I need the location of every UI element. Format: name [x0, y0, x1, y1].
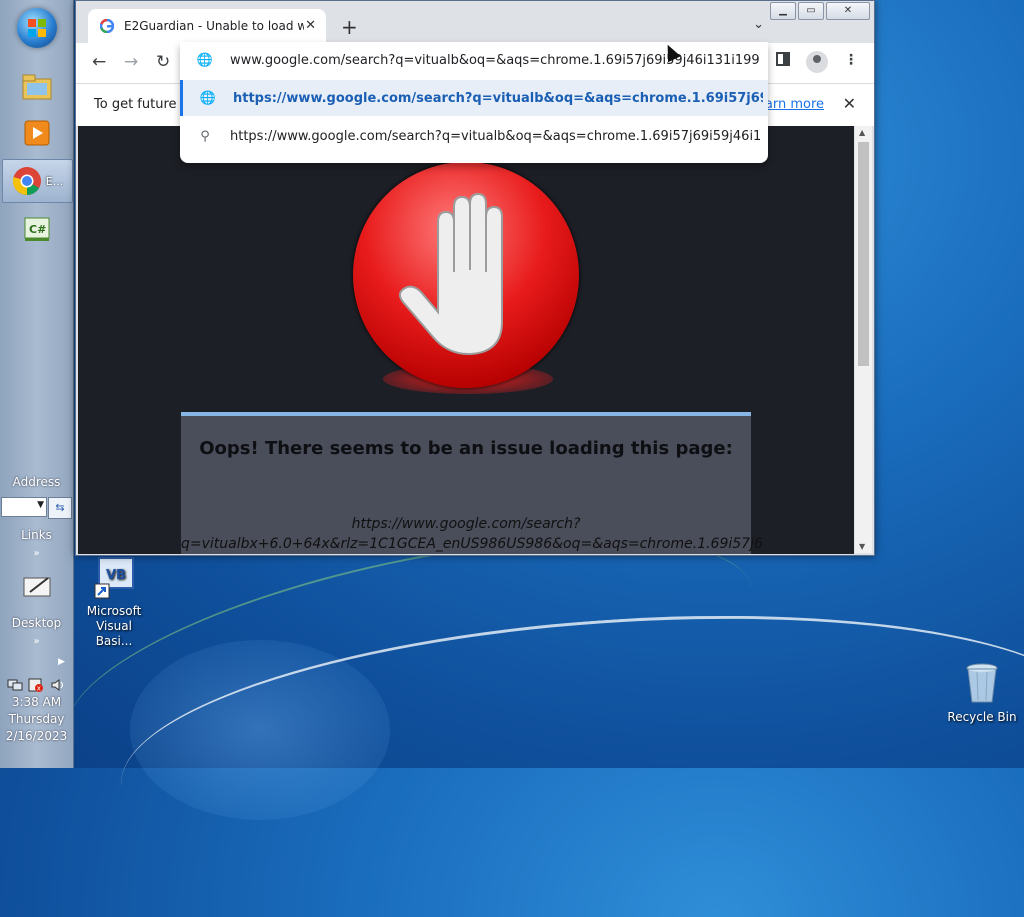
system-tray: x 3:38 AM Thursday 2/16/2023: [0, 676, 73, 745]
taskbar-chrome-button[interactable]: E...: [2, 159, 73, 203]
suggestion-item[interactable]: 🌐 https://www.google.com/search?q=vitual…: [180, 80, 768, 116]
search-icon: ⚲: [200, 128, 210, 144]
dropdown-arrow-icon[interactable]: ▼: [37, 500, 44, 510]
media-player-icon: [24, 120, 49, 146]
taskbar-csharp-button[interactable]: C#: [2, 208, 71, 250]
omnibox-text: www.google.com/search?q=vitualb&oq=&aqs=…: [230, 52, 760, 68]
clock-time: 3:38 AM: [11, 695, 62, 709]
links-toolbar-label: Links: [21, 528, 52, 542]
volume-icon[interactable]: [50, 678, 66, 692]
tab-close-icon[interactable]: ✕: [305, 18, 316, 33]
recycle-bin-icon: [966, 663, 998, 703]
blocked-url-line2: q=vitualbx+6.0+64x&rlz=1C1GCEA_enUS986US…: [181, 536, 763, 552]
side-panel-icon[interactable]: [776, 52, 790, 70]
omnibox-dropdown: 🌐 www.google.com/search?q=vitualb&oq=&aq…: [180, 42, 768, 163]
globe-icon: 🌐: [196, 52, 214, 68]
taskbar: E... C# Address ▼ ⇆ Links » Desktop » ▶ …: [0, 0, 74, 768]
scrollbar-thumb[interactable]: [858, 142, 869, 366]
maximize-button[interactable]: ▭: [798, 2, 824, 20]
desktop-icon-recycle-bin[interactable]: Recycle Bin: [944, 660, 1020, 725]
expand-arrow-icon[interactable]: ▶: [58, 657, 65, 667]
desktop-glow: [130, 640, 390, 820]
folder-icon: [22, 74, 51, 100]
minimize-button[interactable]: ▁: [770, 2, 796, 20]
taskbar-media-player-button[interactable]: [2, 112, 71, 154]
error-title: Oops! There seems to be an issue loading…: [199, 438, 733, 459]
address-toolbar-label: Address: [12, 475, 61, 489]
suggestion-text: https://www.google.com/search?q=vitualb&…: [233, 90, 763, 106]
start-button[interactable]: [17, 8, 57, 48]
tab-title: E2Guardian - Unable to load web: [124, 19, 304, 33]
globe-icon: 🌐: [199, 90, 217, 106]
clock-date: 2/16/2023: [5, 729, 68, 743]
desktop-icon-visual-basic[interactable]: VB Microsoft Visual Basi...: [76, 556, 152, 649]
clock[interactable]: 3:38 AM Thursday 2/16/2023: [0, 694, 73, 745]
profile-avatar[interactable]: [806, 51, 828, 73]
svg-text:C#: C#: [29, 223, 46, 236]
action-center-alert-icon[interactable]: x: [28, 678, 44, 693]
taskbar-chrome-label: E...: [45, 174, 64, 188]
tab-e2guardian[interactable]: E2Guardian - Unable to load web ✕: [88, 9, 326, 43]
suggestion-item[interactable]: ⚲ https://www.google.com/search?q=vitual…: [180, 118, 768, 154]
taskbar-tablet-input-button[interactable]: [2, 566, 71, 608]
infobar-text: To get future G: [94, 97, 191, 112]
tablet-pen-icon: [23, 577, 50, 597]
google-favicon-icon: [100, 19, 114, 33]
new-tab-button[interactable]: +: [341, 15, 358, 39]
tab-search-chevron-icon[interactable]: ⌄: [753, 17, 764, 32]
scroll-up-icon[interactable]: ▲: [859, 128, 865, 137]
taskbar-explorer-button[interactable]: [2, 66, 71, 108]
svg-text:x: x: [37, 685, 41, 693]
network-icon[interactable]: [7, 678, 23, 692]
blocked-url-line1: https://www.google.com/search?: [351, 516, 581, 532]
back-button[interactable]: ←: [92, 52, 106, 72]
links-chevron-icon[interactable]: »: [0, 548, 73, 559]
desktop-icon-label: Recycle Bin: [947, 710, 1017, 724]
address-go-button[interactable]: ⇆: [48, 497, 72, 519]
blocked-url: https://www.google.com/search? q=vitualb…: [181, 514, 763, 554]
desktop-chevron-icon[interactable]: »: [0, 636, 73, 647]
svg-text:VB: VB: [106, 568, 126, 583]
infobar-close-icon[interactable]: ✕: [843, 94, 856, 113]
page-scrollbar[interactable]: ▲ ▼: [855, 126, 872, 553]
close-window-button[interactable]: ✕: [826, 2, 870, 20]
forward-button[interactable]: →: [124, 52, 138, 72]
reload-button[interactable]: ↻: [156, 52, 170, 72]
address-toolbar-input[interactable]: ▼: [1, 497, 47, 517]
scroll-down-icon[interactable]: ▼: [859, 542, 865, 551]
csharp-project-icon: C#: [24, 217, 49, 241]
windows-logo-icon: [28, 19, 46, 37]
chrome-icon: [12, 167, 41, 196]
blocked-page: Oops! There seems to be an issue loading…: [78, 126, 854, 554]
error-card: Oops! There seems to be an issue loading…: [181, 412, 763, 554]
visual-basic-icon: VB: [94, 557, 134, 599]
clock-day: Thursday: [8, 712, 65, 726]
stop-hand-icon: [353, 162, 579, 388]
menu-kebab-icon[interactable]: ⋮: [844, 52, 858, 68]
suggestion-text: https://www.google.com/search?q=vitualb&…: [230, 128, 760, 144]
omnibox-input[interactable]: 🌐 www.google.com/search?q=vitualb&oq=&aq…: [180, 42, 768, 78]
desktop-icon-label: Microsoft Visual Basi...: [86, 604, 142, 648]
window-caption-buttons: ▁ ▭ ✕: [770, 2, 870, 20]
desktop-toolbar-label: Desktop: [11, 616, 62, 630]
